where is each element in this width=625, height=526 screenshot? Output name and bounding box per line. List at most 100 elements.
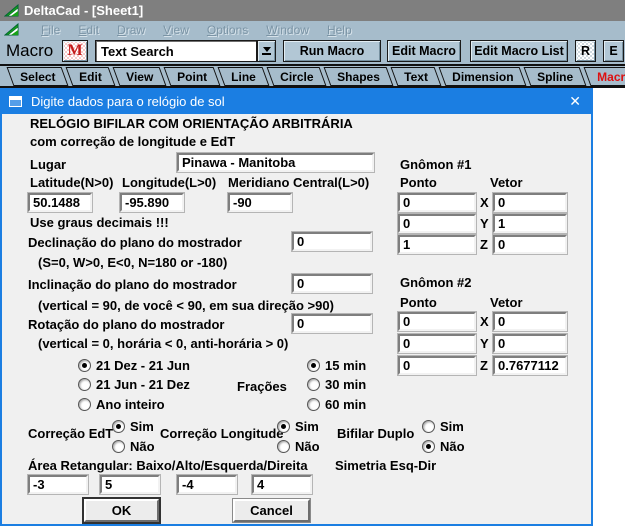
declinacao-input[interactable] — [292, 232, 372, 251]
radio-bifilar-nao[interactable]: Não — [422, 439, 465, 454]
menu-view[interactable]: View — [163, 23, 189, 37]
bifilar-duplo-label: Bifilar Duplo — [337, 426, 414, 441]
radio-label: 21 Jun - 21 Dez — [96, 377, 190, 392]
radio-60min[interactable]: 60 min — [307, 397, 366, 412]
chevron-down-icon — [263, 47, 271, 52]
gnomon2-ponto-y-input[interactable] — [398, 334, 476, 353]
tab-edit[interactable]: Edit — [66, 67, 116, 86]
correcao-longitude-label: Correção Longitude — [160, 426, 284, 441]
gnomon1-ponto-y-input[interactable] — [398, 214, 476, 233]
menu-draw[interactable]: Draw — [117, 23, 145, 37]
radio-icon — [78, 398, 91, 411]
rotacao-input[interactable] — [292, 314, 372, 333]
area-baixo-input[interactable] — [28, 475, 88, 494]
radio-ano-inteiro[interactable]: Ano inteiro — [78, 397, 165, 412]
tab-label: Line — [231, 69, 256, 83]
gnomon2-ponto-x-input[interactable] — [398, 312, 476, 331]
radio-21jun-21dez[interactable]: 21 Jun - 21 Dez — [78, 377, 190, 392]
gnomon1-vetor-z-input[interactable] — [493, 235, 567, 254]
radio-icon — [112, 440, 125, 453]
lugar-input[interactable] — [177, 153, 374, 172]
gnomon1-ponto-x-input[interactable] — [398, 193, 476, 212]
gnomon2-axis-z-label: Z — [480, 358, 488, 373]
macro-m-button[interactable]: M — [62, 40, 88, 62]
gnomon1-axis-x-label: X — [480, 195, 489, 210]
tab-view[interactable]: View — [113, 67, 167, 86]
gnomon2-axis-y-label: Y — [480, 336, 489, 351]
dialog-title: Digite dados para o relógio de sol — [31, 94, 225, 109]
area-direita-input[interactable] — [252, 475, 312, 494]
inclinacao-label: Inclinação do plano do mostrador — [28, 277, 237, 292]
e-button[interactable]: E — [603, 40, 624, 62]
run-macro-button[interactable]: Run Macro — [283, 40, 381, 62]
close-icon[interactable]: ✕ — [569, 93, 581, 110]
rotacao-label: Rotação do plano do mostrador — [28, 317, 224, 332]
macro-toolbar-label: Macro — [6, 41, 53, 61]
menu-file[interactable]: File — [41, 23, 60, 37]
radio-icon — [277, 420, 290, 433]
radio-bifilar-sim[interactable]: Sim — [422, 419, 464, 434]
radio-label: 60 min — [325, 397, 366, 412]
tab-label: Select — [20, 69, 55, 83]
gnomon1-vetor-y-input[interactable] — [493, 214, 567, 233]
edit-macro-button[interactable]: Edit Macro — [387, 40, 461, 62]
macro-search-input[interactable] — [95, 40, 257, 62]
tab-line[interactable]: Line — [218, 67, 270, 86]
meridiano-label: Meridiano Central(L>0) — [228, 175, 369, 190]
menu-help[interactable]: Help — [327, 23, 352, 37]
gnomon2-vetor-header: Vetor — [490, 295, 523, 310]
area-alto-input[interactable] — [100, 475, 160, 494]
tab-select[interactable]: Select — [7, 67, 69, 86]
drawing-canvas[interactable] — [593, 88, 625, 526]
gnomon1-ponto-header: Ponto — [400, 175, 437, 190]
cancel-button[interactable]: Cancel — [233, 499, 310, 522]
radio-edt-nao[interactable]: Não — [112, 439, 155, 454]
tab-label: Shapes — [337, 69, 380, 83]
lugar-label: Lugar — [30, 157, 66, 172]
tab-shapes[interactable]: Shapes — [324, 67, 394, 86]
r-button[interactable]: R — [575, 40, 596, 62]
menu-options[interactable]: Options — [207, 23, 248, 37]
gnomon2-vetor-z-input[interactable] — [493, 356, 567, 375]
tab-text[interactable]: Text — [390, 67, 441, 86]
gnomon1-ponto-z-input[interactable] — [398, 235, 476, 254]
edit-macro-list-button[interactable]: Edit Macro List — [470, 40, 568, 62]
radio-icon — [422, 420, 435, 433]
tab-label: Point — [177, 69, 207, 83]
dialog-heading-line2: com correção de longitude e EdT — [30, 134, 235, 149]
radio-label: Ano inteiro — [96, 397, 165, 412]
radio-longitude-sim[interactable]: Sim — [277, 419, 319, 434]
fracoes-label: Frações — [237, 379, 287, 394]
combo-dropdown-button[interactable] — [257, 40, 276, 62]
tab-spline[interactable]: Spline — [524, 67, 587, 86]
menu-edit[interactable]: Edit — [78, 23, 99, 37]
radio-longitude-nao[interactable]: Não — [277, 439, 320, 454]
tab-circle[interactable]: Circle — [266, 67, 326, 86]
radio-icon — [307, 359, 320, 372]
radio-icon — [112, 420, 125, 433]
latitude-input[interactable] — [28, 193, 92, 212]
area-esquerda-input[interactable] — [177, 475, 237, 494]
ok-button[interactable]: OK — [84, 499, 159, 522]
meridiano-input[interactable] — [228, 193, 292, 212]
radio-21dez-21jun[interactable]: 21 Dez - 21 Jun — [78, 358, 190, 373]
radio-30min[interactable]: 30 min — [307, 377, 366, 392]
radio-label: Não — [130, 439, 155, 454]
radio-edt-sim[interactable]: Sim — [112, 419, 154, 434]
gnomon2-ponto-z-input[interactable] — [398, 356, 476, 375]
gnomon2-vetor-y-input[interactable] — [493, 334, 567, 353]
gnomon1-vetor-header: Vetor — [490, 175, 523, 190]
tab-label: Text — [404, 69, 428, 83]
radio-15min[interactable]: 15 min — [307, 358, 366, 373]
tab-dimension[interactable]: Dimension — [438, 67, 526, 86]
inclinacao-input[interactable] — [292, 274, 372, 293]
tab-macro[interactable]: Macro — [584, 67, 625, 86]
gnomon1-vetor-x-input[interactable] — [493, 193, 567, 212]
inclinacao-hint: (vertical = 90, de você < 90, em sua dir… — [38, 298, 334, 313]
tab-point[interactable]: Point — [164, 67, 221, 86]
longitude-input[interactable] — [120, 193, 184, 212]
menu-window[interactable]: Window — [266, 23, 309, 37]
dialog-titlebar: Digite dados para o relógio de sol ✕ — [0, 88, 593, 114]
tab-label: Dimension — [452, 69, 513, 83]
gnomon2-vetor-x-input[interactable] — [493, 312, 567, 331]
